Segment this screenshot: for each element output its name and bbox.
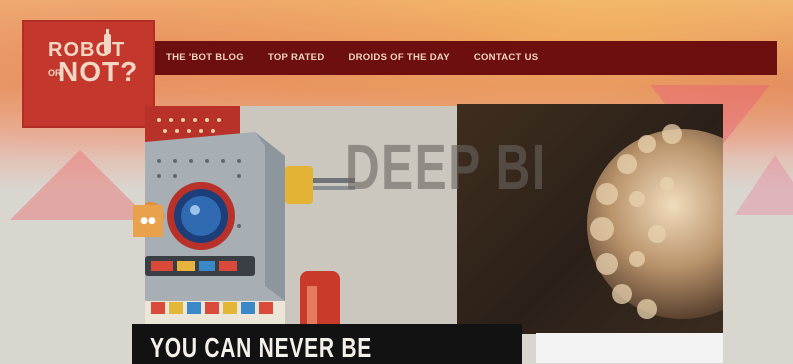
decorative-triangle [735,155,793,215]
logo-line-not: NOT? [58,56,139,87]
hero-overlay-text: DEEP BI [345,131,547,203]
content-card [536,333,723,363]
main-navigation: THE 'BOT BLOG TOP RATED DROIDS OF THE DA… [150,41,777,75]
slider-arrow-icon[interactable]: ●● [133,205,163,237]
nav-item-bot-blog[interactable]: THE 'BOT BLOG [150,41,256,75]
page-headline: YOU CAN NEVER BE [150,332,373,363]
nav-item-top-rated[interactable]: TOP RATED [256,41,337,75]
headline-banner: YOU CAN NEVER BE [132,324,522,364]
decorative-triangle [10,150,150,220]
nav-item-droids-of-the-day[interactable]: DROIDS OF THE DAY [336,41,461,75]
nav-item-contact-us[interactable]: CONTACT US [462,41,551,75]
site-logo[interactable]: ROBOT OR NOT? [22,20,155,128]
